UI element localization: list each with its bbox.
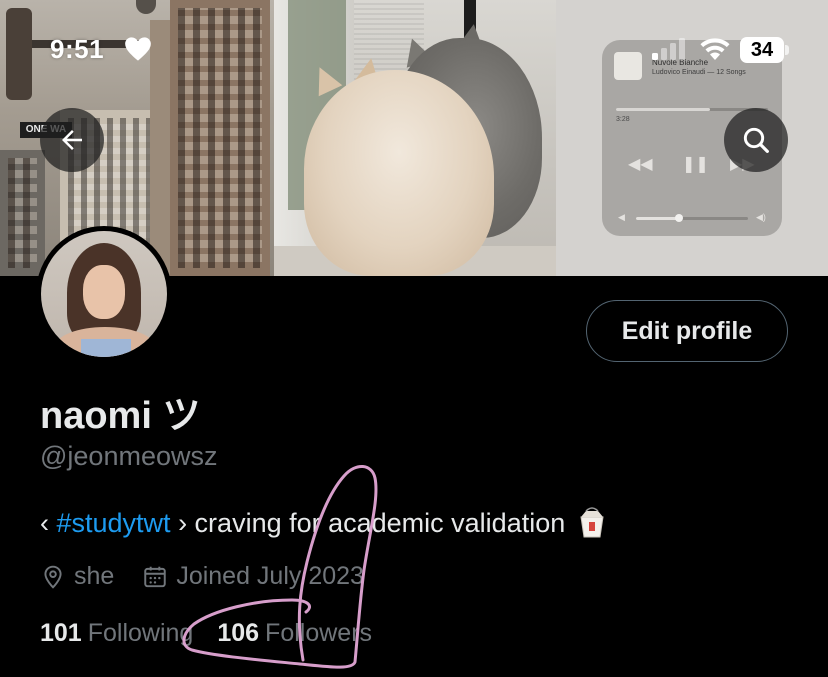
joined-item: Joined July 2023 xyxy=(142,562,364,591)
volume-knob xyxy=(674,214,683,222)
following-link[interactable]: 101 Following xyxy=(40,619,193,648)
profile-bio: ‹ #studytwt › craving for academic valid… xyxy=(40,506,609,540)
battery-level: 34 xyxy=(740,37,784,63)
search-button[interactable] xyxy=(724,108,788,172)
follow-stats: 101 Following 106 Followers xyxy=(40,619,372,648)
pronouns-text: she xyxy=(74,562,115,590)
rewind-icon: ◀◀ xyxy=(628,156,653,173)
search-icon xyxy=(743,127,769,153)
cream-cat xyxy=(304,70,494,276)
building xyxy=(0,150,45,276)
battery-icon: 34 xyxy=(740,37,790,63)
arrow-left-icon xyxy=(62,130,82,150)
hashtag-link[interactable]: #studytwt xyxy=(57,508,171,539)
heart-icon xyxy=(124,36,152,67)
pause-icon: ❚❚ xyxy=(682,156,709,173)
building xyxy=(150,20,172,276)
followers-link[interactable]: 106 Followers xyxy=(217,619,372,648)
traffic-light xyxy=(6,8,32,100)
followers-label: Followers xyxy=(265,619,373,647)
followers-count: 106 xyxy=(217,619,260,647)
avatar[interactable] xyxy=(36,226,172,362)
street-lamp xyxy=(136,0,156,14)
joined-date: Joined July 2023 xyxy=(176,562,364,590)
wifi-icon xyxy=(698,36,732,67)
cellular-signal-icon xyxy=(652,38,686,65)
location-pin-icon xyxy=(44,565,62,589)
avatar-photo xyxy=(41,231,167,357)
elapsed-time: 3:28 xyxy=(616,116,630,123)
volume-track xyxy=(636,214,748,222)
edit-profile-button[interactable]: Edit profile xyxy=(586,300,788,362)
calendar-icon xyxy=(144,566,167,587)
following-count: 101 xyxy=(40,619,82,647)
bio-prefix: ‹ xyxy=(40,507,57,538)
user-handle: @jeonmeowsz xyxy=(40,441,218,471)
volume-high-icon: ◀) xyxy=(756,212,766,222)
volume-fill xyxy=(636,217,679,220)
building xyxy=(170,0,270,276)
bio-text: › craving for academic validation xyxy=(170,507,566,538)
status-time: 9:51 xyxy=(50,34,105,64)
location-item: she xyxy=(40,562,114,591)
song-artist: Ludovico Einaudi — 12 Songs xyxy=(652,69,746,76)
profile-meta: she Joined July 2023 xyxy=(40,562,364,591)
album-art xyxy=(614,52,642,80)
following-label: Following xyxy=(87,619,194,647)
takeout-box-icon xyxy=(575,506,609,540)
banner-cats-photo xyxy=(274,0,556,276)
volume-low-icon: ◀ xyxy=(618,212,625,222)
back-button[interactable] xyxy=(40,108,104,172)
progress-fill xyxy=(616,108,711,111)
display-name: naomi ツ xyxy=(40,395,201,437)
